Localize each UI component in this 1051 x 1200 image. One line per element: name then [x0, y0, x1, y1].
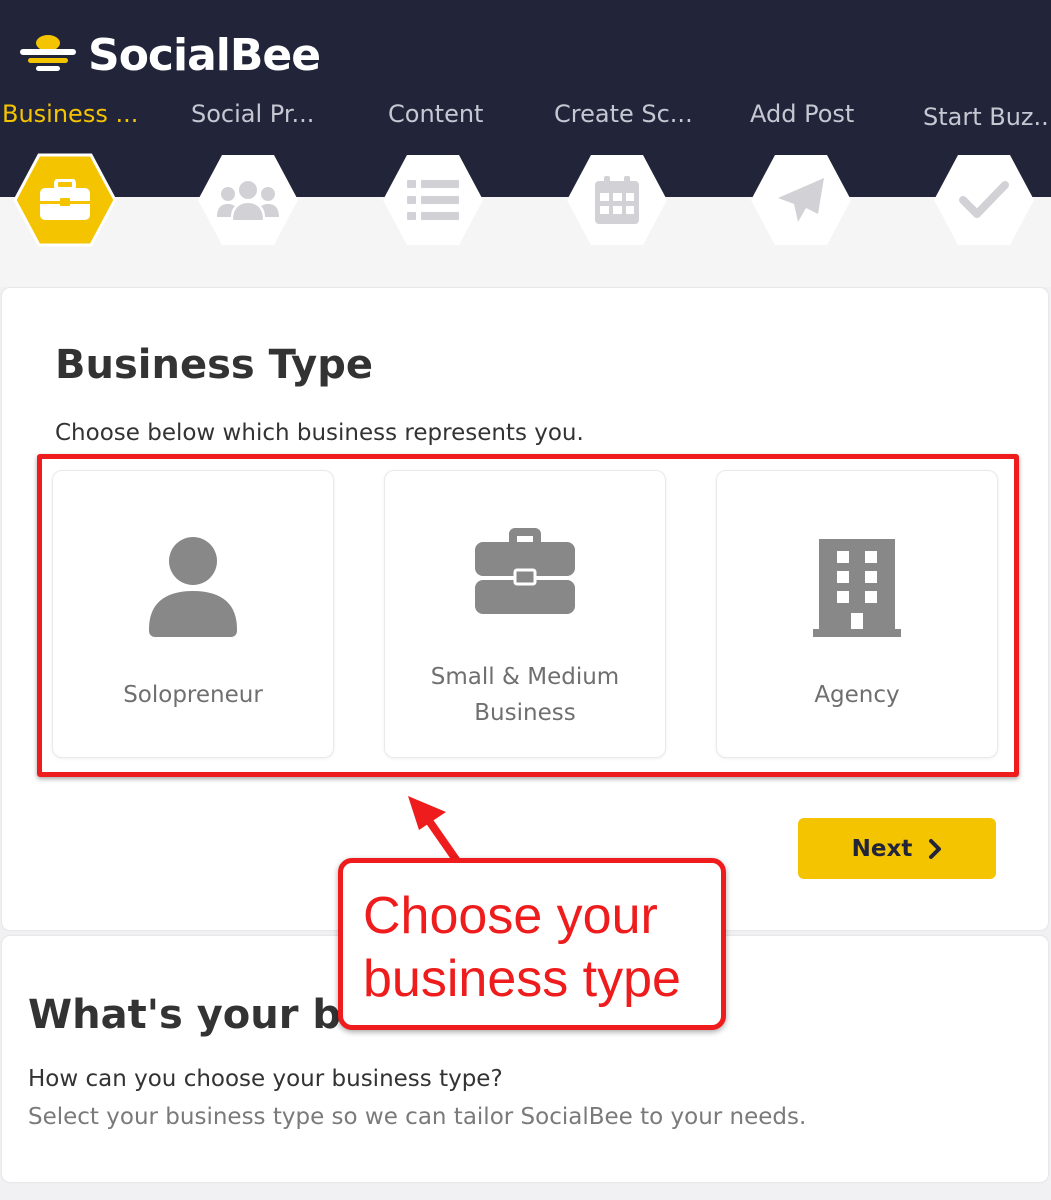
step-hex-create-schedule[interactable] [565, 153, 669, 247]
bee-icon [18, 31, 78, 79]
step-hex-start-buzzing[interactable] [932, 153, 1036, 247]
step-label-start-buzzing[interactable]: Start Buz... [923, 103, 1051, 131]
step-label-add-post[interactable]: Add Post [750, 100, 854, 128]
option-solopreneur[interactable]: Solopreneur [52, 470, 334, 758]
list-icon [407, 179, 459, 221]
users-icon [217, 179, 279, 221]
step-label-business[interactable]: Business ... [2, 100, 138, 128]
business-type-title: Business Type [55, 342, 374, 388]
paper-plane-icon [776, 176, 826, 224]
step-label-social-profiles[interactable]: Social Pr... [191, 100, 314, 128]
person-icon [149, 537, 237, 641]
chevron-right-icon [928, 838, 942, 860]
info-card-question: How can you choose your business type? [28, 1066, 503, 1092]
socialbee-logo: SocialBee [18, 29, 321, 81]
next-button-label: Next [851, 835, 913, 862]
step-hex-social-profiles[interactable] [196, 153, 300, 247]
briefcase-icon [39, 179, 91, 221]
building-icon [813, 539, 901, 641]
option-agency[interactable]: Agency [716, 470, 998, 758]
step-label-create-schedule[interactable]: Create Sc... [554, 100, 693, 128]
option-label-line2: Business [474, 700, 576, 726]
option-small-medium-business[interactable]: Small & Medium Business [384, 470, 666, 758]
step-band [0, 197, 1051, 287]
option-label: Agency [814, 682, 900, 708]
next-button[interactable]: Next [798, 818, 996, 879]
step-hex-add-post[interactable] [749, 153, 853, 247]
business-type-subtitle: Choose below which business represents y… [55, 420, 584, 446]
step-hex-business[interactable] [13, 153, 117, 247]
annotation-callout: Choose your business type [338, 858, 726, 1030]
calendar-icon [595, 176, 639, 224]
step-label-content[interactable]: Content [388, 100, 483, 128]
checkmark-icon [959, 180, 1009, 220]
annotation-line1: Choose your [363, 887, 658, 945]
option-label-line1: Small & Medium [430, 664, 620, 690]
annotation-line2: business type [363, 950, 681, 1008]
app-name: SocialBee [88, 29, 321, 81]
step-hex-content[interactable] [381, 153, 485, 247]
info-card-description: Select your business type so we can tail… [28, 1104, 807, 1130]
briefcase-icon [475, 526, 575, 618]
option-label: Solopreneur [123, 682, 263, 708]
